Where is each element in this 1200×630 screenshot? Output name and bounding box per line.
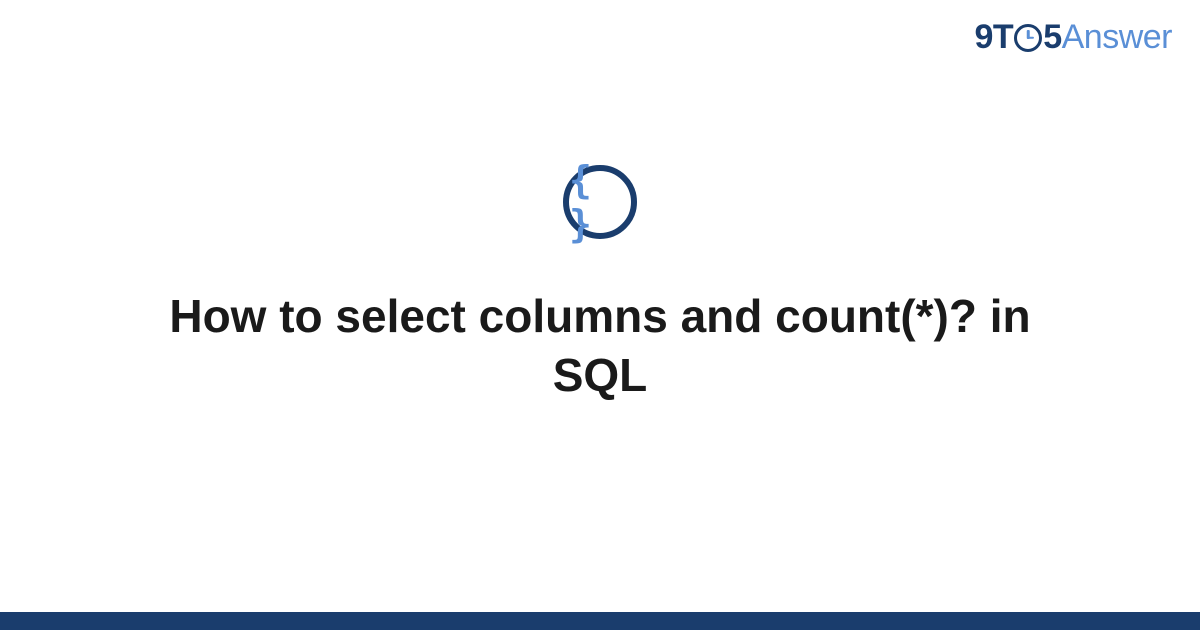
logo-part-answer: Answer: [1062, 18, 1172, 57]
logo-part-9t: 9T: [975, 18, 1014, 57]
question-title: How to select columns and count(*)? in S…: [150, 287, 1050, 405]
logo-part-5: 5: [1043, 18, 1061, 57]
category-badge: { }: [563, 165, 637, 239]
main-content: { } How to select columns and count(*)? …: [0, 0, 1200, 630]
clock-icon: [1014, 24, 1042, 52]
site-logo[interactable]: 9T 5 Answer: [975, 18, 1172, 57]
code-braces-icon: { }: [569, 158, 631, 246]
page-container: 9T 5 Answer { } How to select columns an…: [0, 0, 1200, 630]
footer-accent-bar: [0, 612, 1200, 630]
logo-wordmark: 9T 5 Answer: [975, 18, 1172, 57]
